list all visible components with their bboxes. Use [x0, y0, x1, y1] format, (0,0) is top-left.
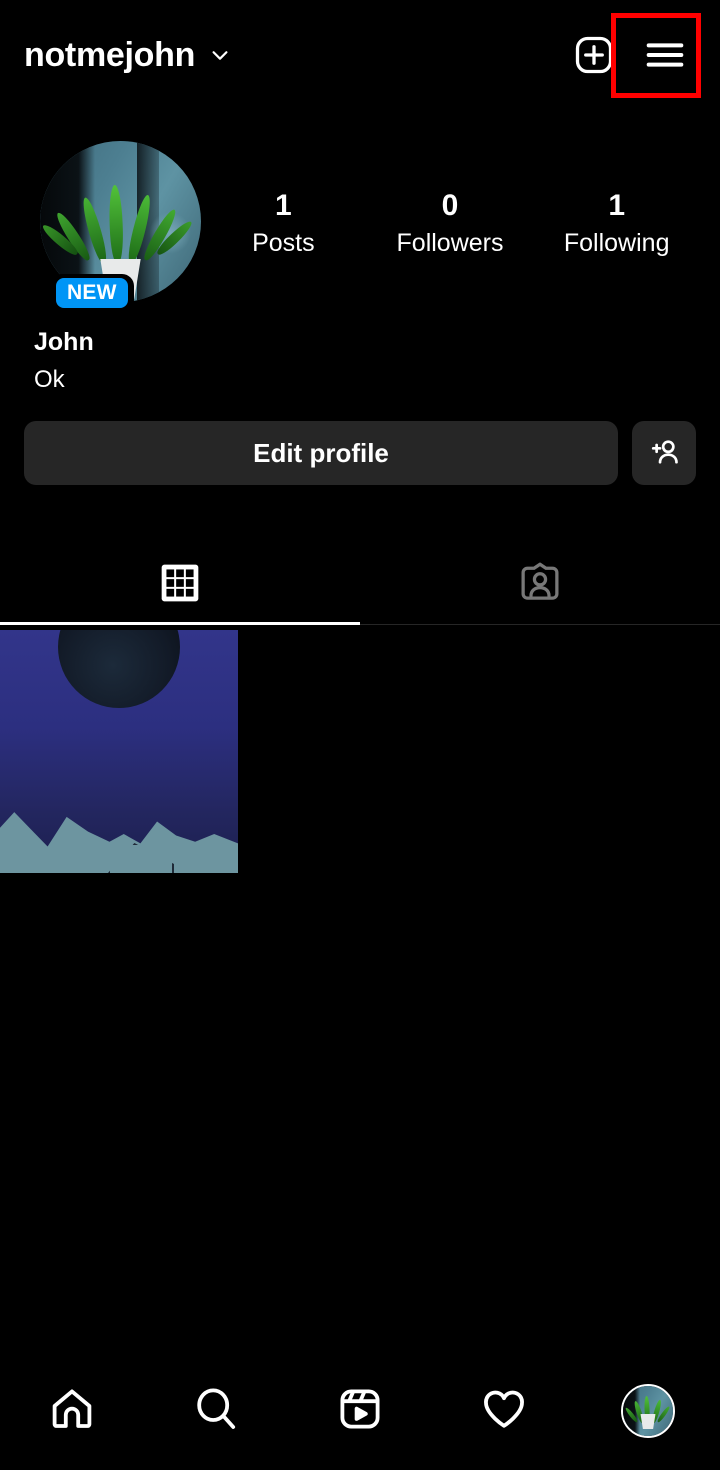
- stat-posts-value: 1: [200, 189, 367, 222]
- stat-followers-value: 0: [367, 189, 534, 222]
- profile-bio-block: John Ok: [34, 326, 534, 396]
- tab-active-underline: [0, 622, 360, 625]
- nav-item-reels[interactable]: [288, 1385, 432, 1438]
- hamburger-menu-icon[interactable]: [642, 32, 688, 78]
- stat-following[interactable]: 1 Following: [533, 189, 700, 258]
- bottom-navigation-bar: [0, 1352, 720, 1470]
- post-grid: [0, 630, 720, 873]
- edit-profile-button[interactable]: Edit profile: [24, 421, 618, 485]
- profile-action-row: Edit profile: [24, 421, 696, 485]
- stat-posts-label: Posts: [200, 230, 367, 258]
- header-actions: [572, 32, 696, 78]
- profile-display-name: John: [34, 326, 534, 360]
- nav-item-activity[interactable]: [432, 1385, 576, 1438]
- tab-grid[interactable]: [0, 545, 360, 625]
- instagram-profile-screen: notmejohn: [0, 0, 720, 1470]
- add-person-button[interactable]: [632, 421, 696, 485]
- stat-following-label: Following: [533, 230, 700, 258]
- profile-bio-text: Ok: [34, 363, 534, 397]
- avatar-block: NEW: [0, 141, 200, 302]
- account-switcher[interactable]: notmejohn: [24, 38, 231, 72]
- tagged-person-icon: [517, 560, 563, 611]
- stat-followers-label: Followers: [367, 230, 534, 258]
- home-icon: [48, 1385, 96, 1438]
- nav-item-profile[interactable]: [576, 1384, 720, 1438]
- avatar-new-badge: NEW: [56, 278, 128, 308]
- nav-item-home[interactable]: [0, 1385, 144, 1438]
- profile-avatar-icon: [621, 1384, 675, 1438]
- profile-stats: 1 Posts 0 Followers 1 Following: [200, 141, 720, 258]
- reels-icon: [336, 1385, 384, 1438]
- avatar-new-badge-container[interactable]: NEW: [50, 274, 134, 312]
- stat-following-value: 1: [533, 189, 700, 222]
- top-header-bar: notmejohn: [0, 0, 720, 110]
- nav-item-search[interactable]: [144, 1385, 288, 1438]
- grid-icon: [158, 561, 202, 610]
- chevron-down-icon[interactable]: [209, 44, 231, 66]
- add-person-icon: [647, 435, 681, 472]
- stat-posts[interactable]: 1 Posts: [200, 189, 367, 258]
- post-thumbnail[interactable]: [0, 630, 238, 873]
- stat-followers[interactable]: 0 Followers: [367, 189, 534, 258]
- profile-username: notmejohn: [24, 38, 195, 72]
- heart-icon: [480, 1385, 528, 1438]
- search-icon: [192, 1385, 240, 1438]
- plus-square-icon[interactable]: [572, 33, 616, 77]
- tab-tagged[interactable]: [360, 545, 720, 625]
- profile-summary-row: NEW 1 Posts 0 Followers 1 Following: [0, 141, 720, 306]
- profile-tabs: [0, 545, 720, 625]
